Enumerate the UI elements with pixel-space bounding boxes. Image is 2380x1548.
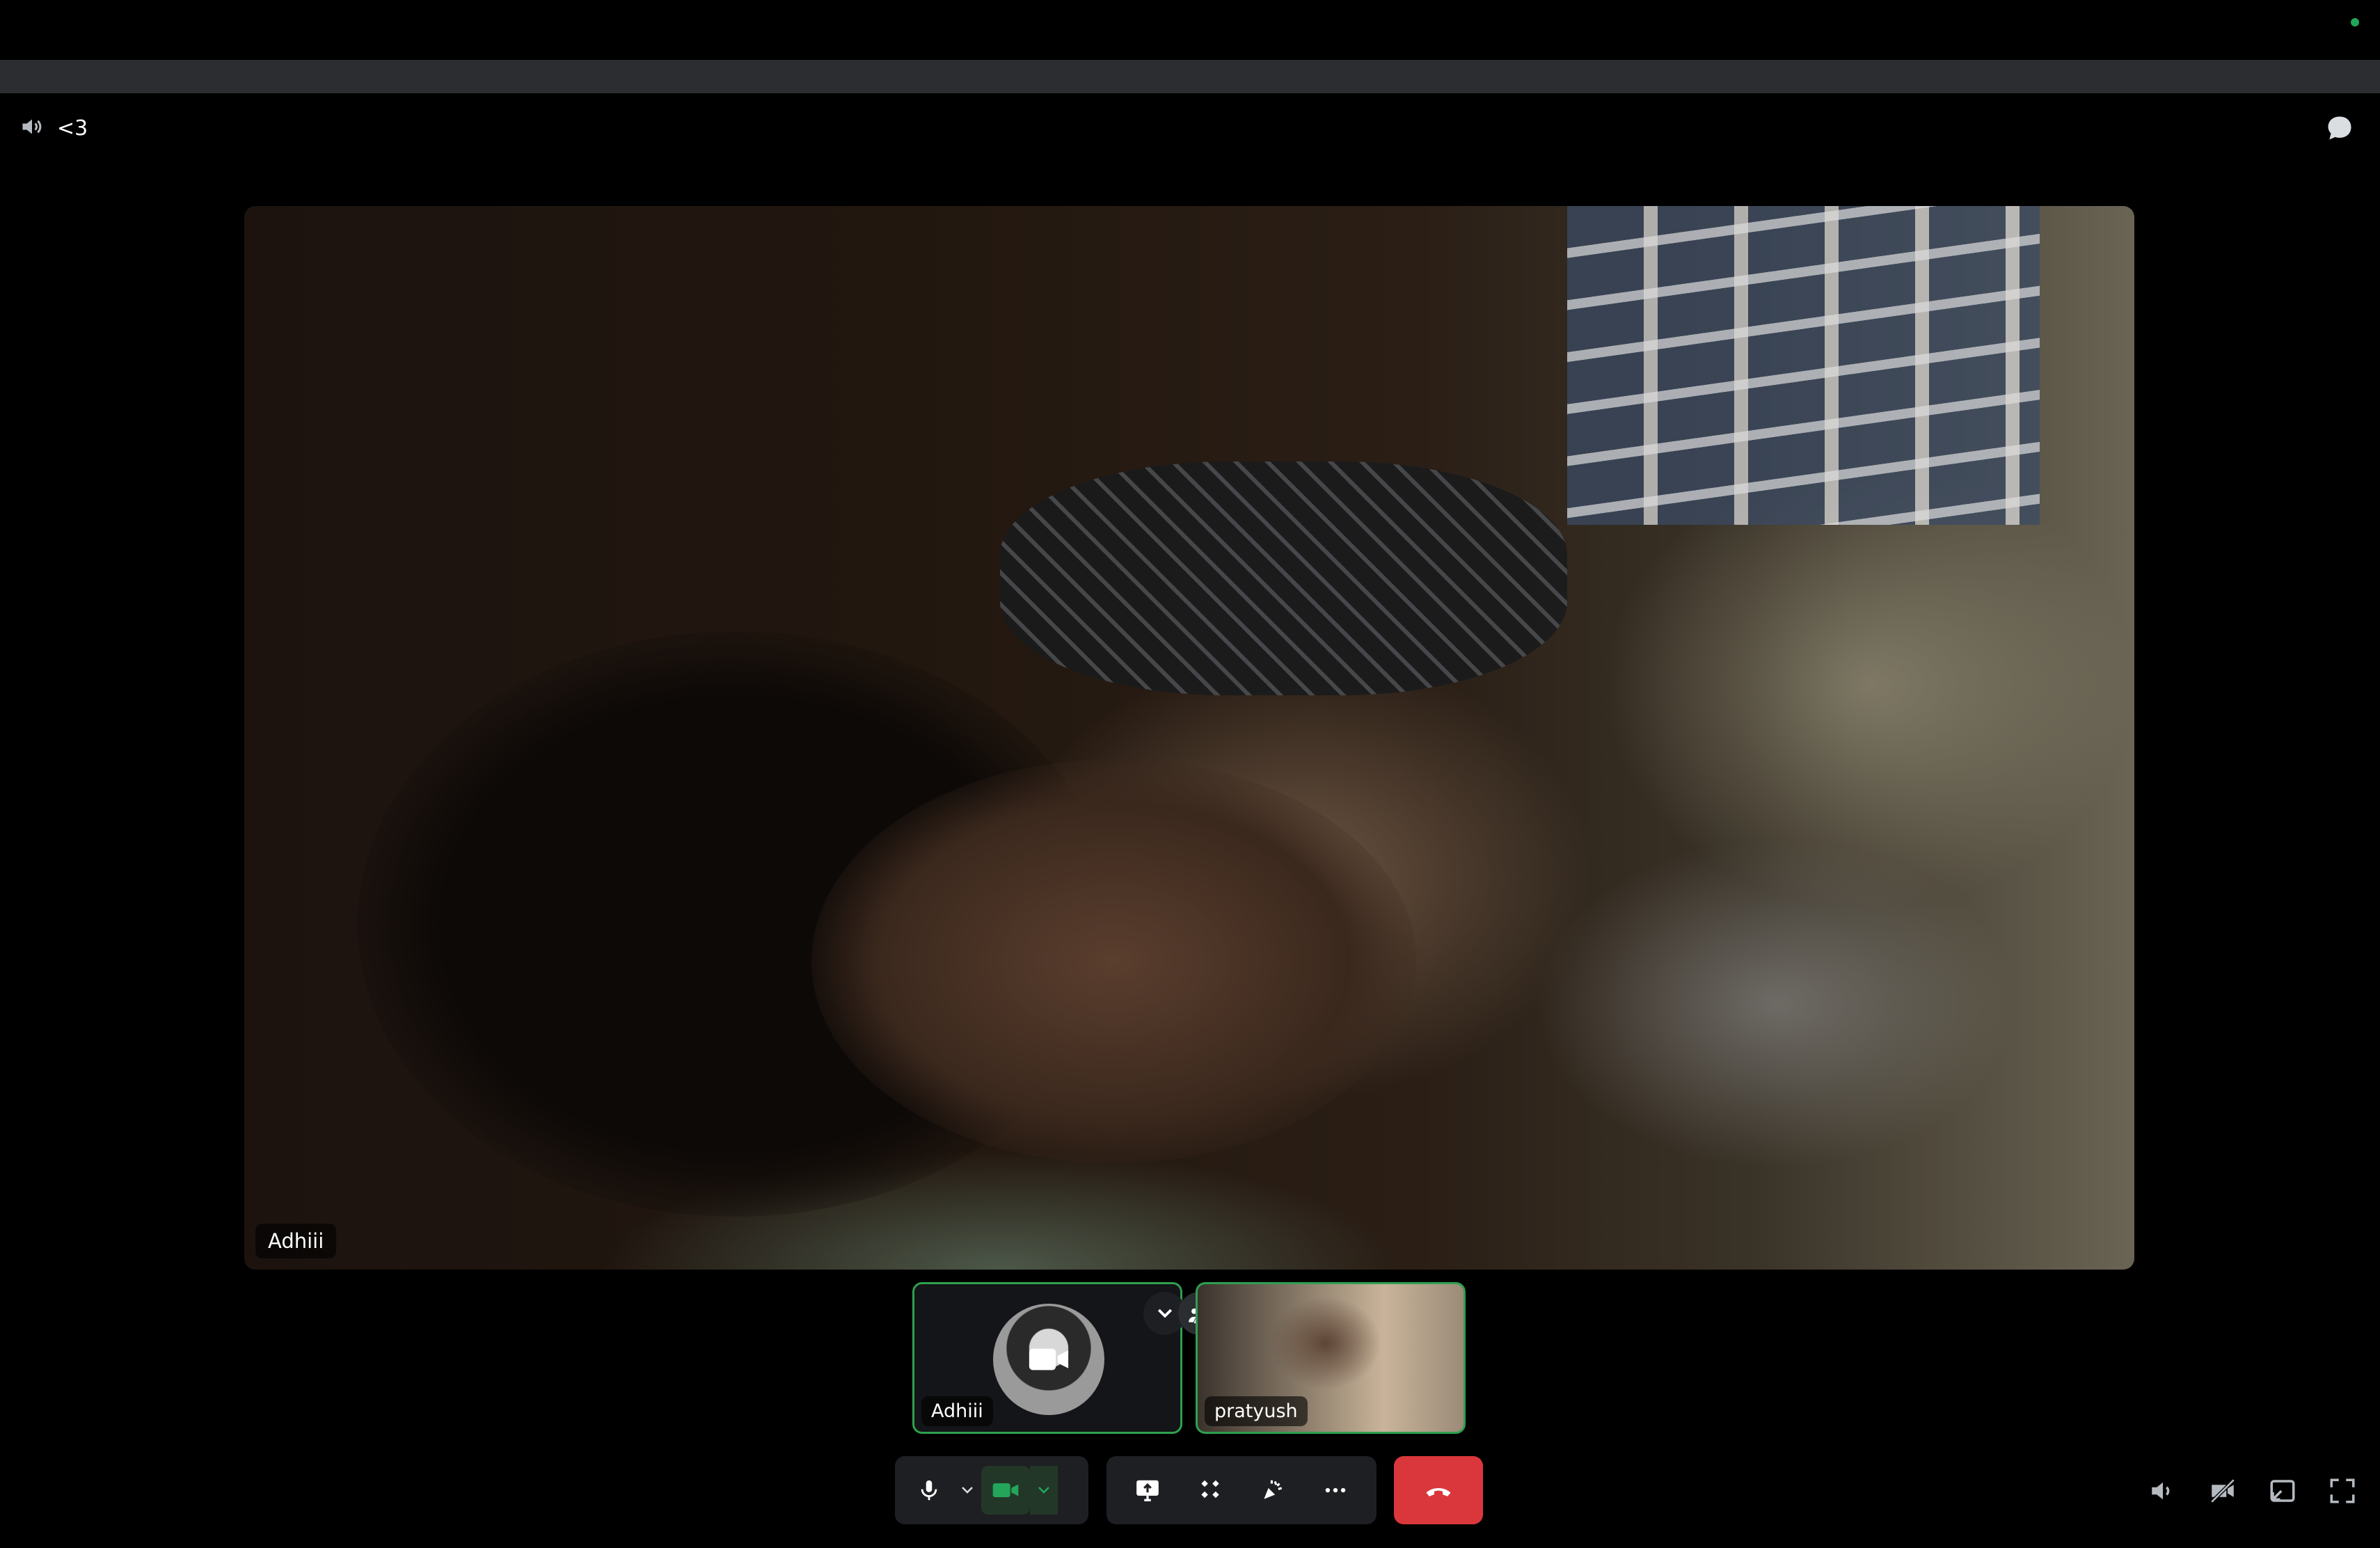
camera-button[interactable] xyxy=(981,1466,1030,1515)
activities-icon xyxy=(1201,1480,1219,1499)
video-background-window-bars xyxy=(1567,206,2040,526)
chevron-down-icon xyxy=(1157,1309,1173,1318)
microphone-options-button[interactable] xyxy=(953,1466,981,1515)
volume-icon xyxy=(2152,1482,2170,1500)
fullscreen-icon xyxy=(2330,1478,2355,1503)
main-participant-name: Adhiii xyxy=(255,1224,337,1258)
output-volume-button[interactable] xyxy=(2143,1471,2182,1510)
pop-out-icon xyxy=(2270,1480,2295,1502)
disconnect-button[interactable] xyxy=(1394,1456,1483,1524)
channel-name: <3 xyxy=(57,116,88,141)
soundboard-icon xyxy=(1264,1480,1283,1499)
audio-video-controls xyxy=(895,1456,1088,1524)
more-options-button[interactable] xyxy=(1311,1466,1360,1515)
video-subject-shirt xyxy=(1000,461,1568,695)
participant-name: Adhiii xyxy=(921,1396,993,1426)
chat-bubble-icon xyxy=(2328,116,2351,140)
hide-video-button[interactable] xyxy=(2203,1471,2242,1510)
camera-options-button[interactable] xyxy=(1030,1466,1058,1515)
activities-button[interactable] xyxy=(1186,1466,1235,1515)
screen-share-icon xyxy=(1136,1480,1159,1501)
view-tools xyxy=(2143,1470,2362,1512)
channel-header: <3 xyxy=(19,111,88,145)
participant-name: pratyush xyxy=(1205,1396,1308,1426)
avatar xyxy=(993,1304,1104,1415)
microphone-button[interactable] xyxy=(905,1466,953,1515)
more-icon xyxy=(1325,1487,1346,1493)
camera-off-icon xyxy=(1029,1348,1069,1371)
microphone-icon xyxy=(921,1480,937,1501)
chevron-down-icon xyxy=(1038,1487,1049,1494)
hang-up-icon xyxy=(1426,1487,1451,1496)
soundboard-button[interactable] xyxy=(1248,1466,1297,1515)
call-action-controls xyxy=(1106,1456,1377,1524)
title-bar xyxy=(0,0,2380,60)
speaker-icon[interactable] xyxy=(19,114,45,142)
status-indicator xyxy=(2351,18,2359,26)
window-chrome-bar xyxy=(0,60,2380,93)
main-video-stage[interactable]: Adhiii xyxy=(244,206,2134,1270)
participant-tile-pratyush[interactable]: pratyush xyxy=(1196,1282,1466,1434)
screen-share-button[interactable] xyxy=(1123,1466,1172,1515)
participant-tile-adhiii[interactable]: Adhiii xyxy=(912,1282,1182,1434)
fullscreen-button[interactable] xyxy=(2323,1471,2362,1510)
video-off-icon xyxy=(2210,1478,2235,1503)
video-subject-face xyxy=(811,759,1416,1164)
chat-button[interactable] xyxy=(2322,111,2358,145)
chevron-down-icon xyxy=(962,1487,973,1494)
pop-out-button[interactable] xyxy=(2263,1471,2302,1510)
camera-icon xyxy=(992,1483,1019,1497)
